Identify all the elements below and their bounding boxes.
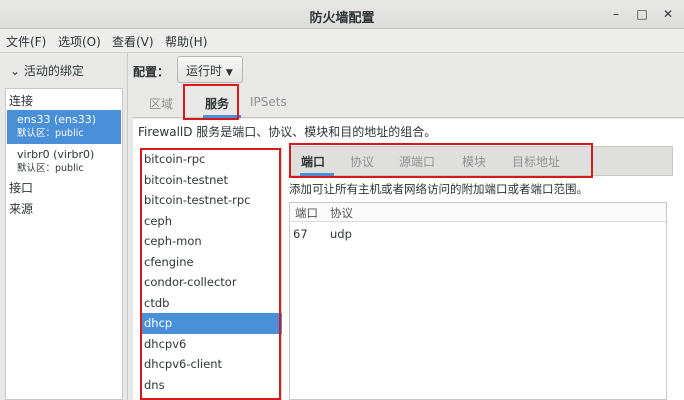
- minimize-button[interactable]: –: [606, 5, 626, 23]
- tab-zones[interactable]: 区域: [149, 95, 173, 112]
- chevron-down-icon: ⌄: [10, 64, 21, 78]
- menu-file[interactable]: 文件(F): [6, 33, 46, 50]
- window-title: 防火墙配置: [309, 11, 375, 26]
- active-bindings-label: 活动的绑定: [23, 64, 84, 78]
- menu-view[interactable]: 查看(V): [112, 33, 154, 50]
- menu-bar: 文件(F) 选项(O) 查看(V) 帮助(H): [0, 29, 684, 53]
- highlight-box-services-list: [140, 148, 281, 400]
- tab-ipsets[interactable]: IPSets: [250, 95, 287, 109]
- interface-item-ens33[interactable]: ens33 (ens33) 默认区：public: [7, 110, 121, 144]
- connections-header[interactable]: 连接: [9, 92, 33, 109]
- table-cell-protocol[interactable]: udp: [330, 227, 352, 241]
- active-bindings-toggle[interactable]: ⌄ 活动的绑定: [10, 62, 84, 79]
- sources-header[interactable]: 来源: [9, 200, 33, 217]
- interface-name: virbr0 (virbr0): [17, 148, 95, 161]
- interface-item-virbr0[interactable]: virbr0 (virbr0) 默认区：public: [7, 145, 121, 179]
- column-header-port[interactable]: 端口: [295, 203, 318, 221]
- highlight-box-services-tab: [183, 84, 239, 120]
- table-cell-port[interactable]: 67: [293, 227, 308, 241]
- service-detail: 端口 协议 源端口 模块 目标地址 添加可让所有主机或者网络访问的附加端口或者端…: [289, 146, 673, 400]
- menu-options[interactable]: 选项(O): [58, 33, 101, 50]
- config-mode-value: 运行时: [186, 64, 223, 78]
- caret-down-icon: ▼: [225, 68, 233, 78]
- column-header-protocol[interactable]: 协议: [330, 203, 353, 221]
- ports-table[interactable]: 端口 协议 67 udp: [289, 202, 667, 400]
- close-button[interactable]: ✕: [658, 5, 678, 23]
- interface-name: ens33 (ens33): [17, 113, 97, 126]
- highlight-box-subtabs: [289, 143, 593, 178]
- services-description: FirewallD 服务是端口、协议、模块和目的地址的组合。: [138, 125, 437, 139]
- ports-header[interactable]: 接口: [9, 179, 33, 196]
- config-mode-dropdown[interactable]: 运行时 ▼: [177, 56, 243, 83]
- interface-zone: 默认区：public: [17, 163, 84, 174]
- config-label: 配置：: [133, 65, 170, 79]
- title-bar: 防火墙配置 – □ ✕: [0, 0, 684, 29]
- ports-description: 添加可让所有主机或者网络访问的附加端口或者端口范围。: [289, 182, 588, 196]
- interface-zone: 默认区：public: [17, 128, 84, 139]
- bindings-tree: 连接 ens33 (ens33) 默认区：public virbr0 (virb…: [5, 88, 123, 400]
- maximize-button[interactable]: □: [632, 5, 652, 23]
- menu-help[interactable]: 帮助(H): [165, 33, 207, 50]
